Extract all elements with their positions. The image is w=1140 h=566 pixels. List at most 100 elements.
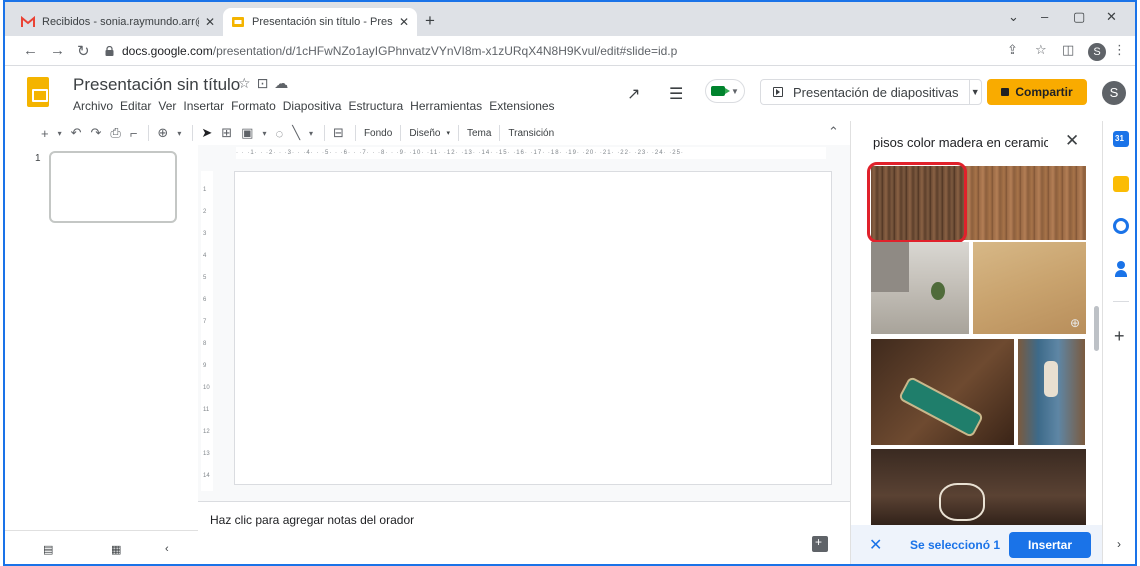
chevron-right-icon[interactable]: ›	[1117, 537, 1121, 551]
menu-extensiones[interactable]: Extensiones	[489, 99, 554, 113]
menu-editar[interactable]: Editar	[120, 99, 151, 113]
image-result-wood-light[interactable]	[965, 166, 1086, 240]
ruler-tick: 5	[203, 275, 207, 281]
search-query[interactable]: pisos color madera en ceramica	[873, 135, 1048, 150]
side-panel-icon[interactable]: ◫	[1062, 42, 1074, 58]
share-button[interactable]: Compartir	[987, 79, 1087, 105]
zoom-icon[interactable]: ⊕	[157, 125, 168, 141]
close-window-icon[interactable]: ✕	[1106, 9, 1117, 25]
shape-icon[interactable]: ◌	[275, 126, 283, 141]
background-button[interactable]: Fondo	[364, 128, 392, 139]
filmstrip-view-icon[interactable]: ▤	[43, 543, 53, 556]
back-icon[interactable]: ←	[23, 42, 38, 59]
line-icon[interactable]: ╲	[292, 125, 300, 141]
image-icon[interactable]: ▣	[241, 125, 253, 141]
zoom-in-icon[interactable]: ⊕	[1070, 316, 1080, 330]
print-icon[interactable]: ⎙	[110, 125, 120, 141]
activity-trend-icon[interactable]: ↗	[627, 84, 640, 104]
close-panel-icon[interactable]: ✕	[1065, 131, 1079, 151]
chevron-down-icon[interactable]: ▾	[262, 129, 266, 138]
new-tab-button[interactable]: +	[425, 11, 435, 31]
grid-view-icon[interactable]: ▦	[111, 543, 121, 556]
add-addon-icon[interactable]: +	[1114, 326, 1125, 347]
select-cursor-icon[interactable]: ➤	[201, 125, 212, 141]
menu-estructura[interactable]: Estructura	[348, 99, 403, 113]
document-title[interactable]: Presentación sin título	[73, 75, 240, 95]
bookmark-star-icon[interactable]: ☆	[1035, 42, 1047, 58]
image-result-oak-planks[interactable]: ⊕	[973, 242, 1086, 334]
browser-profile-avatar[interactable]: S	[1088, 43, 1106, 61]
transition-button[interactable]: Transición	[508, 128, 554, 139]
slides-logo-icon[interactable]	[27, 77, 49, 107]
tab-search-icon[interactable]: ⌄	[1008, 9, 1019, 25]
chevron-down-icon[interactable]: ▾	[309, 129, 313, 138]
comments-icon[interactable]: ☰	[669, 84, 683, 104]
restore-icon[interactable]: ▢	[1073, 9, 1085, 25]
selection-highlight	[867, 162, 967, 243]
menu-ver[interactable]: Ver	[158, 99, 176, 113]
paint-format-icon[interactable]: ⌐	[130, 126, 138, 141]
cloud-status-icon[interactable]: ☁	[274, 75, 294, 91]
tab-gmail[interactable]: Recibidos - sonia.raymundo.arr@ ✕	[13, 8, 223, 36]
present-icon	[773, 87, 783, 97]
clear-selection-icon[interactable]: ✕	[869, 535, 882, 555]
reload-icon[interactable]: ↻	[77, 42, 90, 60]
image-result-sandals[interactable]	[871, 449, 1086, 527]
chevron-down-icon[interactable]: ▾	[58, 129, 62, 138]
menu-insertar[interactable]: Insertar	[183, 99, 224, 113]
close-tab-icon[interactable]: ✕	[205, 15, 215, 29]
menu-herramientas[interactable]: Herramientas	[410, 99, 482, 113]
image-result-hallway[interactable]	[1018, 339, 1085, 445]
tasks-icon[interactable]	[1113, 218, 1129, 234]
speaker-notes[interactable]: Haz clic para agregar notas del orador	[198, 501, 850, 564]
menu-archivo[interactable]: Archivo	[73, 99, 113, 113]
chevron-down-icon[interactable]: ▾	[446, 129, 450, 137]
toolbar-divider	[499, 125, 501, 141]
toolbar-divider	[324, 125, 326, 141]
redo-icon[interactable]: ↷	[91, 125, 102, 141]
image-result-tile-floor[interactable]	[871, 242, 969, 334]
insert-button[interactable]: Insertar	[1009, 532, 1091, 558]
slide-canvas[interactable]	[234, 171, 832, 485]
account-avatar[interactable]: S	[1102, 81, 1126, 105]
undo-icon[interactable]: ↶	[71, 125, 82, 141]
meet-button[interactable]: ▼	[705, 79, 745, 103]
ruler-tick: 1	[203, 187, 207, 193]
horizontal-ruler: · · ·1· · ·2· · ·3· · ·4· · ·5· · ·6· · …	[236, 147, 826, 159]
browser-menu-icon[interactable]: ⋮	[1113, 42, 1126, 58]
image-result-mop-floor[interactable]	[871, 339, 1014, 445]
collapse-menu-icon[interactable]: ⌃	[828, 124, 839, 140]
theme-button[interactable]: Tema	[467, 128, 491, 139]
url-path: /presentation/d/1cHFwNZo1ayIGPhnvatzVYnV…	[212, 44, 678, 58]
contacts-icon[interactable]	[1113, 261, 1129, 277]
collapse-left-icon[interactable]: ‹	[165, 543, 169, 555]
rail-divider	[1113, 301, 1129, 302]
slide-thumbnail[interactable]	[49, 151, 177, 223]
panel-scrollbar[interactable]	[1094, 306, 1099, 351]
star-icon[interactable]: ☆	[238, 75, 257, 91]
tab-slides[interactable]: Presentación sin título - Presenta ✕	[223, 8, 417, 36]
text-box-icon[interactable]: ⊞	[221, 125, 232, 141]
explore-icon[interactable]	[812, 535, 828, 552]
app-header: Presentación sin título ☆⊡☁ Archivo Edit…	[5, 67, 1135, 121]
slideshow-button[interactable]: Presentación de diapositivas ▼	[760, 79, 982, 105]
url-bar[interactable]: docs.google.com/presentation/d/1cHFwNZo1…	[105, 39, 1105, 63]
share-page-icon[interactable]: ⇪	[1007, 42, 1018, 58]
slideshow-main[interactable]: Presentación de diapositivas	[761, 80, 970, 104]
layout-button[interactable]: Diseño	[409, 128, 440, 139]
calendar-icon[interactable]	[1113, 131, 1129, 147]
new-slide-icon[interactable]: +	[41, 126, 49, 141]
keep-icon[interactable]	[1113, 176, 1129, 192]
toolbar-divider	[400, 125, 402, 141]
menu-formato[interactable]: Formato	[231, 99, 276, 113]
canvas-area: · · ·1· · ·2· · ·3· · ·4· · ·5· · ·6· · …	[198, 145, 850, 501]
slideshow-dropdown-icon[interactable]: ▼	[970, 87, 982, 97]
slides-icon	[232, 17, 244, 27]
minimize-icon[interactable]: –	[1041, 9, 1048, 24]
chevron-down-icon[interactable]: ▾	[177, 129, 181, 138]
menu-diapositiva[interactable]: Diapositiva	[283, 99, 342, 113]
close-tab-icon[interactable]: ✕	[399, 15, 409, 29]
comment-add-icon[interactable]: ⊟	[333, 125, 344, 141]
move-folder-icon[interactable]: ⊡	[257, 75, 275, 91]
forward-icon[interactable]: →	[50, 42, 65, 59]
